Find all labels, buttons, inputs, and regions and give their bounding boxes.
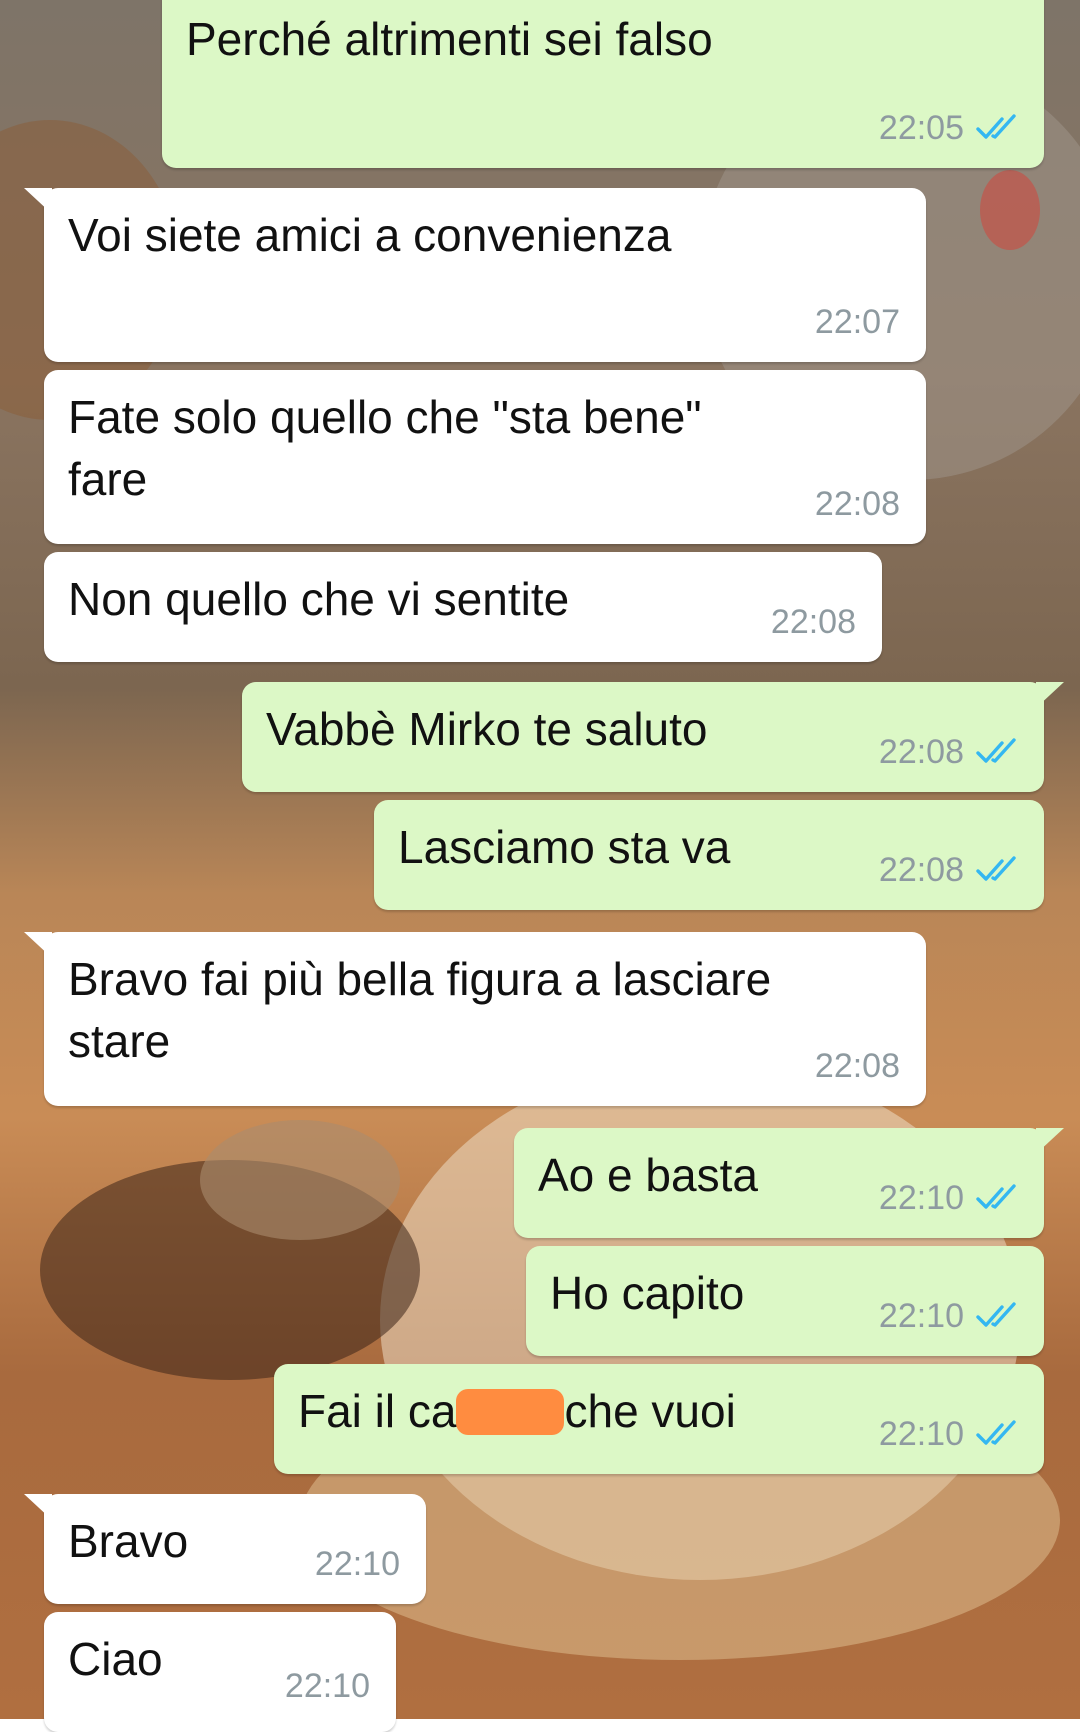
message-time: 22:08 <box>878 851 964 889</box>
message-text: Voi siete amici a convenienza <box>68 209 672 261</box>
message-time: 22:10 <box>284 1667 370 1705</box>
incoming-message[interactable]: Bravo fai più bella figura a lasciare st… <box>24 932 926 1106</box>
incoming-message[interactable]: Non quello che vi sentite 22:08 <box>44 552 882 662</box>
message-time: 22:08 <box>878 733 964 771</box>
double-check-blue-icon <box>976 856 1016 881</box>
outgoing-message[interactable]: Ho capito 22:10 <box>526 1246 1044 1356</box>
double-check-blue-icon <box>976 1302 1016 1327</box>
message-time: 22:05 <box>878 109 964 147</box>
message-time: 22:10 <box>878 1415 964 1453</box>
message-time: 22:07 <box>814 303 900 341</box>
message-time: 22:10 <box>878 1179 964 1217</box>
message-time: 22:08 <box>814 485 900 523</box>
incoming-message[interactable]: Ciao 22:10 <box>44 1612 396 1732</box>
incoming-message[interactable]: Voi siete amici a convenienza 22:07 <box>24 188 926 362</box>
message-time: 22:08 <box>770 603 856 641</box>
incoming-message[interactable]: Bravo 22:10 <box>24 1494 426 1604</box>
outgoing-message[interactable]: Ao e basta 22:10 <box>514 1128 1064 1238</box>
double-check-blue-icon <box>976 738 1016 763</box>
outgoing-message[interactable]: Lasciamo sta va 22:08 <box>374 800 1044 910</box>
double-check-blue-icon <box>976 1184 1016 1209</box>
double-check-blue-icon <box>976 114 1016 139</box>
message-time: 22:10 <box>878 1297 964 1335</box>
double-check-blue-icon <box>976 1420 1016 1445</box>
message-time: 22:10 <box>314 1545 400 1583</box>
censor-mark <box>456 1389 565 1435</box>
outgoing-message[interactable]: Fai il ca che vuoi 22:10 <box>274 1364 1044 1474</box>
message-text: Bravo fai più bella figura a lasciare st… <box>68 953 772 1067</box>
message-time: 22:08 <box>814 1047 900 1085</box>
message-text-after: che vuoi <box>564 1385 736 1437</box>
message-text: Fate solo quello che "sta bene" fare <box>68 391 702 505</box>
outgoing-message[interactable]: Vabbè Mirko te saluto 22:08 <box>242 682 1064 792</box>
message-text-before: Fai il ca <box>298 1385 457 1437</box>
outgoing-message[interactable]: Perché altrimenti sei falso 22:05 <box>162 0 1044 168</box>
incoming-message[interactable]: Fate solo quello che "sta bene" fare 22:… <box>44 370 926 544</box>
message-text: Non quello che vi sentite <box>68 573 570 625</box>
message-text: Perché altrimenti sei falso <box>186 13 713 65</box>
